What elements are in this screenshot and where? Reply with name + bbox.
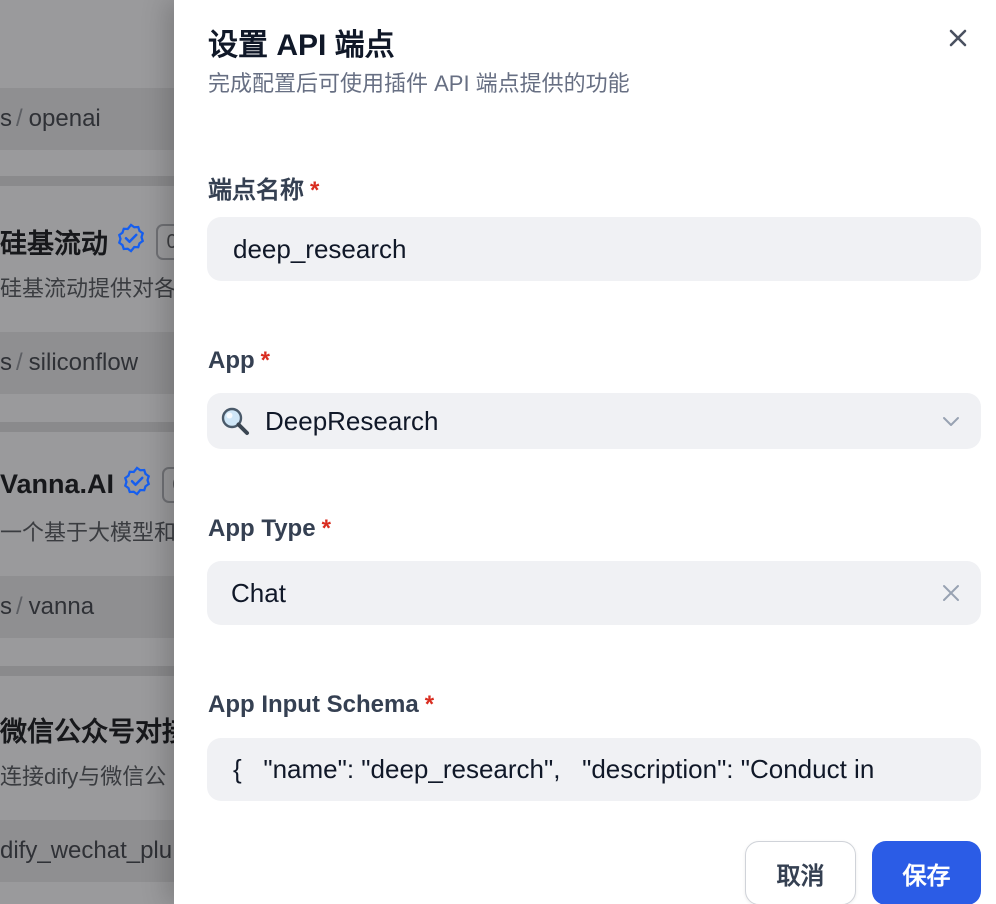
app-label: App *	[208, 347, 270, 374]
plugin-path-vanna: s / vanna	[0, 576, 200, 638]
endpoint-name-input[interactable]	[233, 233, 981, 265]
card-divider	[0, 422, 200, 432]
input-schema-label: App Input Schema *	[208, 691, 435, 718]
app-type-value: Chat	[231, 577, 286, 608]
endpoint-settings-modal: 设置 API 端点 完成配置后可使用插件 API 端点提供的功能 端点名称* A…	[174, 0, 996, 904]
close-button[interactable]	[944, 24, 972, 52]
endpoint-name-label: 端点名称 *	[208, 177, 320, 204]
plugin-title-siliconflow: 硅基流动 0	[0, 222, 188, 261]
app-selected-value: DeepResearch	[265, 405, 439, 436]
verified-icon	[122, 466, 152, 503]
app-type-select[interactable]: Chat	[207, 561, 981, 625]
input-schema-value[interactable]: { "name": "deep_research", "description"…	[233, 754, 874, 785]
modal-subtitle: 完成配置后可使用插件 API 端点提供的功能	[208, 71, 630, 96]
plugin-desc-siliconflow: 硅基流动提供对各	[0, 276, 177, 301]
input-schema-field[interactable]: { "name": "deep_research", "description"…	[207, 738, 981, 801]
chevron-down-icon	[941, 411, 961, 431]
clear-icon[interactable]	[941, 583, 961, 603]
app-select[interactable]: DeepResearch	[207, 393, 981, 449]
plugin-path-openai: s / openai	[0, 88, 200, 150]
save-button[interactable]: 保存	[872, 841, 981, 904]
magnifier-icon	[219, 405, 251, 437]
close-icon	[949, 29, 967, 47]
cancel-button[interactable]: 取消	[745, 841, 856, 904]
card-divider	[0, 176, 200, 186]
modal-title: 设置 API 端点	[208, 29, 395, 62]
plugin-path-siliconflow: s / siliconflow	[0, 332, 200, 394]
plugin-path-wechat: dify_wechat_plu	[0, 820, 200, 882]
plugin-title-wechat: 微信公众号对接	[0, 717, 189, 747]
plugin-desc-vanna: 一个基于大模型和	[0, 520, 177, 545]
plugin-list-background: s / openai 硅基流动 0 硅基流动提供对各 s / siliconflow V…	[0, 0, 200, 904]
verified-icon	[116, 223, 146, 260]
app-type-label: App Type *	[208, 515, 331, 542]
plugin-desc-wechat: 连接dify与微信公	[0, 764, 167, 789]
endpoint-name-field[interactable]	[207, 217, 981, 281]
plugin-title-vanna: Vanna.AI 0	[0, 466, 195, 503]
card-divider	[0, 666, 200, 676]
